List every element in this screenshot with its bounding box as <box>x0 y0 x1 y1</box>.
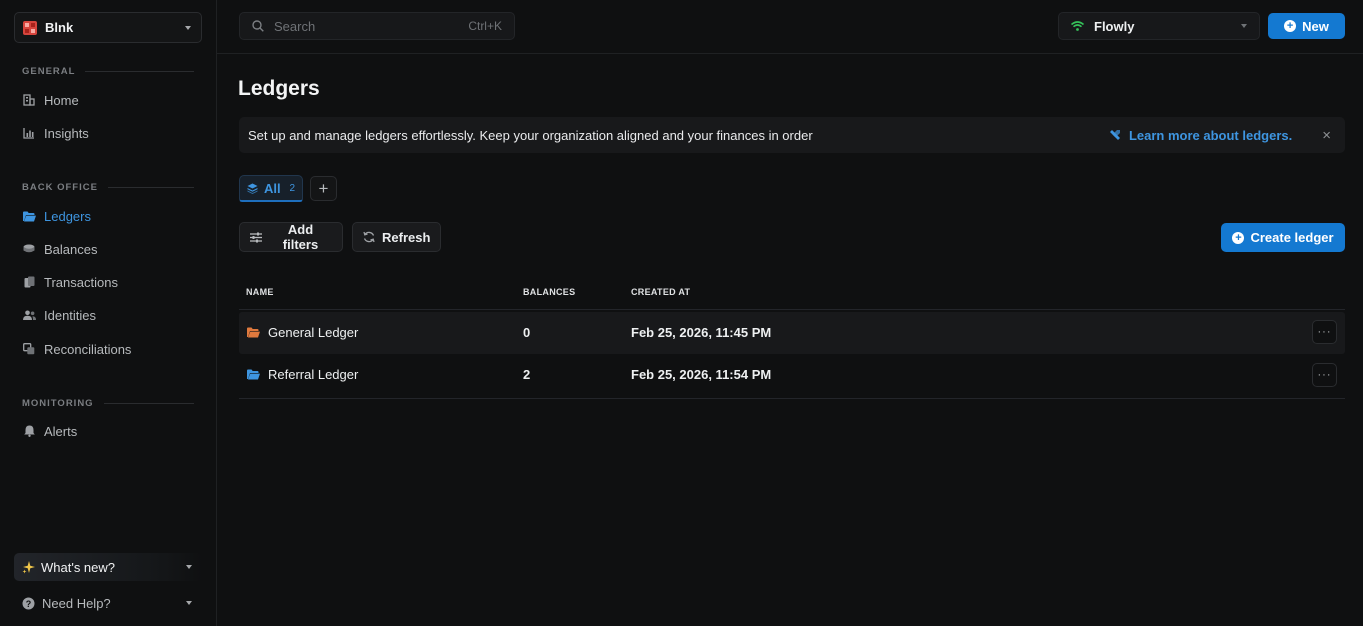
workspace-logo-icon <box>23 20 37 35</box>
ledger-balances: 2 <box>523 367 531 382</box>
table-row[interactable]: Referral Ledger 2 Feb 25, 2026, 11:54 PM… <box>239 354 1345 399</box>
layers-icon <box>247 183 258 194</box>
svg-text:?: ? <box>26 598 32 608</box>
column-header-balances[interactable]: BALANCES <box>523 287 575 297</box>
chevron-down-icon <box>1241 24 1247 28</box>
learn-more-link[interactable]: Learn more about ledgers. <box>1109 128 1292 143</box>
table-row[interactable]: General Ledger 0 Feb 25, 2026, 11:45 PM … <box>239 312 1345 354</box>
plus-circle-icon: + <box>1284 20 1297 32</box>
refresh-button[interactable]: Refresh <box>352 222 441 252</box>
ledger-created-at: Feb 25, 2026, 11:54 PM <box>631 367 772 382</box>
sidebar-item-label: Insights <box>44 125 89 141</box>
wifi-icon <box>1071 21 1084 31</box>
sidebar-item-transactions[interactable]: Transactions <box>22 271 202 293</box>
create-ledger-button[interactable]: + Create ledger <box>1221 223 1345 252</box>
tab-all-label: All <box>264 180 281 196</box>
folder-open-icon <box>22 209 36 223</box>
search-input[interactable] <box>274 18 469 34</box>
new-button[interactable]: + New <box>1268 13 1345 39</box>
add-filters-label: Add filters <box>282 222 319 252</box>
banner-text: Set up and manage ledgers effortlessly. … <box>248 127 813 143</box>
sidebar-item-label: Alerts <box>44 423 78 439</box>
sidebar-item-home[interactable]: Home <box>22 89 202 111</box>
need-help-label: Need Help? <box>42 595 111 611</box>
tab-all[interactable]: All 2 <box>239 175 303 202</box>
top-bar: Ctrl+K Flowly + New <box>217 0 1363 54</box>
ledger-created-at: Feb 25, 2026, 11:45 PM <box>631 325 772 340</box>
plus-circle-icon: + <box>1232 231 1245 244</box>
column-header-name[interactable]: NAME <box>246 287 274 297</box>
sidebar-item-label: Identities <box>44 307 97 323</box>
chevron-down-icon <box>186 601 192 605</box>
table-header: NAME BALANCES CREATED AT <box>239 278 1345 310</box>
search-box[interactable]: Ctrl+K <box>239 12 515 40</box>
help-circle-icon: ? <box>22 597 35 609</box>
row-actions-button[interactable]: ··· <box>1312 320 1337 344</box>
organization-selector[interactable]: Flowly <box>1058 12 1260 40</box>
whats-new-label: What's new? <box>41 559 116 575</box>
refresh-icon <box>363 231 375 243</box>
section-label-monitoring: MONITORING <box>22 398 194 409</box>
coins-icon <box>22 242 36 256</box>
sidebar-item-label: Transactions <box>44 274 118 290</box>
create-ledger-label: Create ledger <box>1250 230 1334 245</box>
sparkles-icon <box>22 560 35 573</box>
folder-open-icon <box>247 369 260 380</box>
tools-icon <box>1109 130 1120 140</box>
sidebar-item-label: Reconciliations <box>44 341 132 357</box>
reconcile-icon <box>22 342 36 356</box>
sidebar-item-label: Balances <box>44 241 98 257</box>
sidebar: Blnk GENERAL Home Insights BACK OFFICE L… <box>0 0 217 626</box>
sidebar-item-balances[interactable]: Balances <box>22 238 202 260</box>
refresh-label: Refresh <box>382 229 431 245</box>
row-actions-button[interactable]: ··· <box>1312 363 1337 387</box>
close-icon[interactable]: × <box>1322 127 1331 144</box>
sidebar-item-alerts[interactable]: Alerts <box>22 420 202 442</box>
organization-name: Flowly <box>1094 18 1135 34</box>
ledger-name-cell: General Ledger <box>247 325 358 340</box>
sidebar-item-label: Home <box>44 92 79 108</box>
section-label-back-office: BACK OFFICE <box>22 182 194 193</box>
sidebar-item-identities[interactable]: Identities <box>22 304 202 326</box>
whats-new-button[interactable]: What's new? <box>14 553 202 581</box>
sidebar-item-ledgers[interactable]: Ledgers <box>22 205 202 227</box>
chevron-down-icon <box>185 25 191 30</box>
building-icon <box>22 93 36 107</box>
users-icon <box>22 308 36 322</box>
sidebar-item-insights[interactable]: Insights <box>22 122 202 144</box>
section-label-general: GENERAL <box>22 66 194 77</box>
info-banner: Set up and manage ledgers effortlessly. … <box>239 117 1345 153</box>
ledger-name-cell: Referral Ledger <box>247 367 358 382</box>
page-title: Ledgers <box>238 77 320 100</box>
more-horizontal-icon: ··· <box>1317 326 1332 338</box>
plus-icon: + <box>318 178 329 198</box>
bar-chart-icon <box>22 126 36 140</box>
need-help-button[interactable]: ? Need Help? <box>14 590 202 616</box>
more-horizontal-icon: ··· <box>1317 369 1332 381</box>
sidebar-item-label: Ledgers <box>44 208 91 224</box>
chevron-down-icon <box>186 565 192 569</box>
workspace-name: Blnk <box>45 20 74 35</box>
add-filters-button[interactable]: Add filters <box>239 222 343 252</box>
workspace-switcher[interactable]: Blnk <box>14 12 202 43</box>
folder-open-icon <box>247 327 260 338</box>
sliders-icon <box>250 232 262 243</box>
new-button-label: New <box>1302 18 1329 34</box>
ledger-name[interactable]: Referral Ledger <box>268 367 358 382</box>
add-tab-button[interactable]: + <box>310 176 337 201</box>
sidebar-item-reconciliations[interactable]: Reconciliations <box>22 338 202 360</box>
ledger-balances: 0 <box>523 325 531 340</box>
column-header-created-at[interactable]: CREATED AT <box>631 287 690 297</box>
search-icon <box>252 20 264 32</box>
ledger-name[interactable]: General Ledger <box>268 325 358 340</box>
receipt-icon <box>22 275 36 289</box>
search-shortcut: Ctrl+K <box>468 19 502 33</box>
tab-all-count: 2 <box>289 182 295 194</box>
bell-icon <box>22 424 36 438</box>
